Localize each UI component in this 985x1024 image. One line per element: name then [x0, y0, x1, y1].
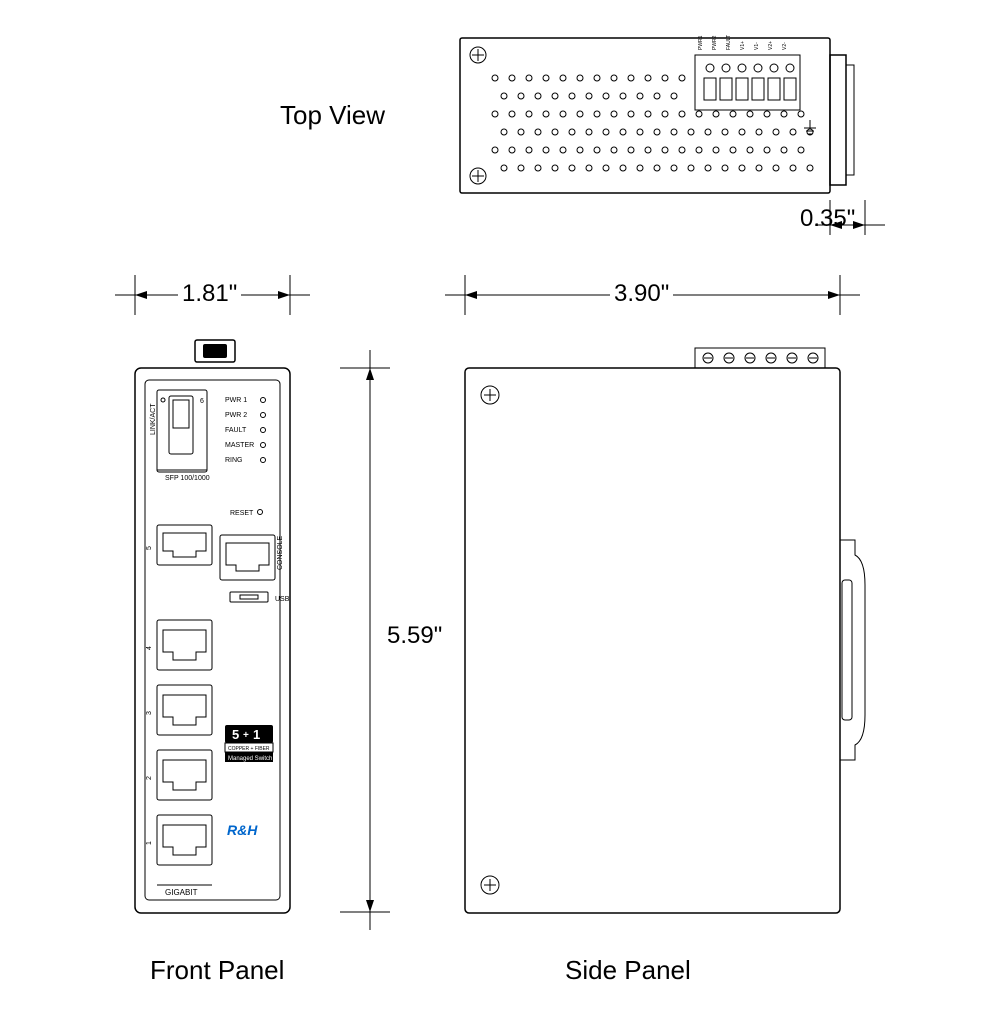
- reset-button: [258, 510, 263, 515]
- led-indicator: [261, 458, 266, 463]
- sfp-port-6: 6: [200, 398, 204, 405]
- usb-port: USB: [230, 592, 290, 603]
- sfp-link-label: LINK/ACT: [150, 403, 157, 435]
- terminal-block: PWR1 PWR2 FAULT V1+ V1- V2+ V2-: [698, 35, 796, 100]
- screw-icon: [470, 168, 486, 184]
- led-label: RING: [225, 457, 243, 464]
- ground-icon: [804, 120, 816, 134]
- status-leds: PWR 1 PWR 2 FAULT MASTER RING: [225, 397, 266, 464]
- dim-height-text: 5.59": [385, 620, 444, 652]
- rj45-port-4: 4: [146, 620, 212, 670]
- svg-text:+: +: [243, 730, 249, 741]
- led-label: FAULT: [225, 427, 247, 434]
- led-label: MASTER: [225, 442, 254, 449]
- rj45-port-5: 5: [146, 525, 212, 565]
- svg-text:2: 2: [146, 776, 153, 780]
- svg-text:1: 1: [253, 727, 260, 742]
- rj45-port-3: 3: [146, 685, 212, 735]
- side-panel-label: Side Panel: [565, 955, 691, 986]
- svg-text:3: 3: [146, 711, 153, 715]
- svg-text:COPPER + FIBER: COPPER + FIBER: [228, 746, 270, 752]
- gigabit-label: GIGABIT: [165, 888, 198, 897]
- side-terminal-block: [695, 348, 825, 368]
- svg-text:1: 1: [146, 841, 153, 845]
- led-indicator: [261, 413, 266, 418]
- led-label: PWR 2: [225, 412, 247, 419]
- terminal-label: V1+: [740, 41, 746, 50]
- svg-text:Managed Switch: Managed Switch: [228, 756, 272, 762]
- vent-grid: [492, 75, 813, 171]
- terminal-label: V1-: [754, 42, 760, 50]
- front-panel-drawing: LINK/ACT 6 SFP 100/1000 PWR 1 PWR 2 FAULT M…: [135, 340, 315, 930]
- top-view-label: Top View: [280, 100, 385, 131]
- terminal-label: PWR1: [698, 35, 704, 50]
- terminal-label: V2-: [782, 42, 788, 50]
- terminal-label: FAULT: [726, 35, 732, 50]
- svg-text:4: 4: [146, 646, 153, 650]
- side-panel-drawing: [465, 340, 885, 930]
- led-indicator: [261, 443, 266, 448]
- sfp-cage: LINK/ACT 6 SFP 100/1000: [150, 390, 210, 482]
- product-badge: 5 + 1 COPPER + FIBER Managed Switch: [225, 725, 273, 762]
- console-port: CONSOLE: [220, 535, 284, 580]
- svg-text:CONSOLE: CONSOLE: [277, 535, 284, 570]
- sfp-label: SFP 100/1000: [165, 475, 210, 482]
- svg-text:USB: USB: [275, 596, 290, 603]
- brand-logo: R&H: [227, 822, 258, 838]
- reset-label: RESET: [230, 510, 254, 517]
- rj45-port-2: 2: [146, 750, 212, 800]
- rj45-port-1: 1: [146, 815, 212, 865]
- terminal-label: PWR2: [712, 35, 718, 50]
- front-panel-label: Front Panel: [150, 955, 284, 986]
- din-rail-clip: [840, 540, 865, 760]
- led-indicator: [261, 398, 266, 403]
- svg-text:5: 5: [146, 546, 153, 550]
- dim-clip-depth-text: 0.35": [800, 205, 855, 233]
- screw-icon: [481, 876, 499, 894]
- screw-icon: [470, 47, 486, 63]
- dim-front-width-text: 1.81": [178, 280, 241, 308]
- led-indicator: [261, 428, 266, 433]
- screw-icon: [481, 386, 499, 404]
- led-label: PWR 1: [225, 397, 247, 404]
- dim-side-depth-text: 3.90": [610, 280, 673, 308]
- svg-text:5: 5: [232, 727, 239, 742]
- terminal-label: V2+: [768, 41, 774, 50]
- rj45-stack: 4 3 2 1: [146, 620, 212, 865]
